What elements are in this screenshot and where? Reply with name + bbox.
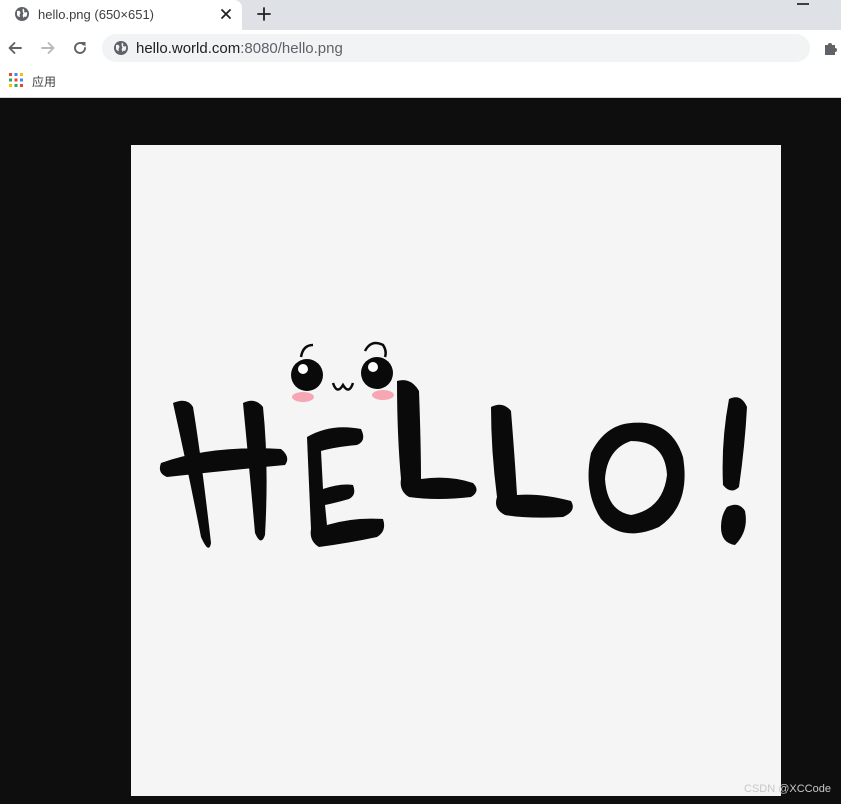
address-bar[interactable]: hello.world.com:8080/hello.png — [102, 34, 810, 62]
watermark-text: CSDN @XCCode — [744, 783, 831, 795]
left-eye — [291, 359, 323, 391]
new-tab-icon[interactable] — [255, 5, 273, 23]
back-icon[interactable] — [6, 39, 24, 57]
browser-toolbar: hello.world.com:8080/hello.png — [0, 30, 841, 66]
letter-l2 — [491, 404, 573, 518]
close-icon[interactable] — [218, 6, 234, 22]
extensions-puzzle-icon[interactable] — [822, 39, 840, 57]
url-text: hello.world.com:8080/hello.png — [136, 40, 343, 57]
globe-icon — [15, 7, 29, 21]
hello-illustration — [159, 341, 747, 548]
left-brow — [299, 343, 314, 358]
right-eye — [361, 357, 393, 389]
hello-image[interactable] — [131, 145, 781, 796]
left-blush — [292, 392, 314, 402]
tab-title: hello.png (650×651) — [38, 7, 155, 22]
letter-e — [307, 427, 385, 547]
letter-o — [588, 422, 685, 534]
right-blush — [372, 390, 394, 400]
url-host: hello.world.com — [136, 40, 241, 57]
forward-icon[interactable] — [39, 39, 57, 57]
minimize-icon[interactable] — [797, 3, 809, 5]
image-viewer — [0, 99, 841, 804]
apps-grid-icon[interactable] — [9, 73, 23, 87]
apps-bookmark-label[interactable]: 应用 — [32, 73, 56, 90]
tab-strip: hello.png (650×651) — [0, 0, 841, 30]
bookmarks-bar: 应用 — [0, 66, 841, 98]
url-path: :8080/hello.png — [240, 40, 343, 57]
mouth — [331, 382, 355, 391]
letter-l1 — [397, 380, 477, 499]
letter-exclaim — [721, 397, 747, 545]
reload-icon[interactable] — [71, 39, 89, 57]
right-brow — [363, 341, 387, 358]
letter-h — [159, 400, 288, 548]
globe-icon — [114, 41, 128, 55]
tab-hello-png[interactable]: hello.png (650×651) — [0, 0, 242, 30]
